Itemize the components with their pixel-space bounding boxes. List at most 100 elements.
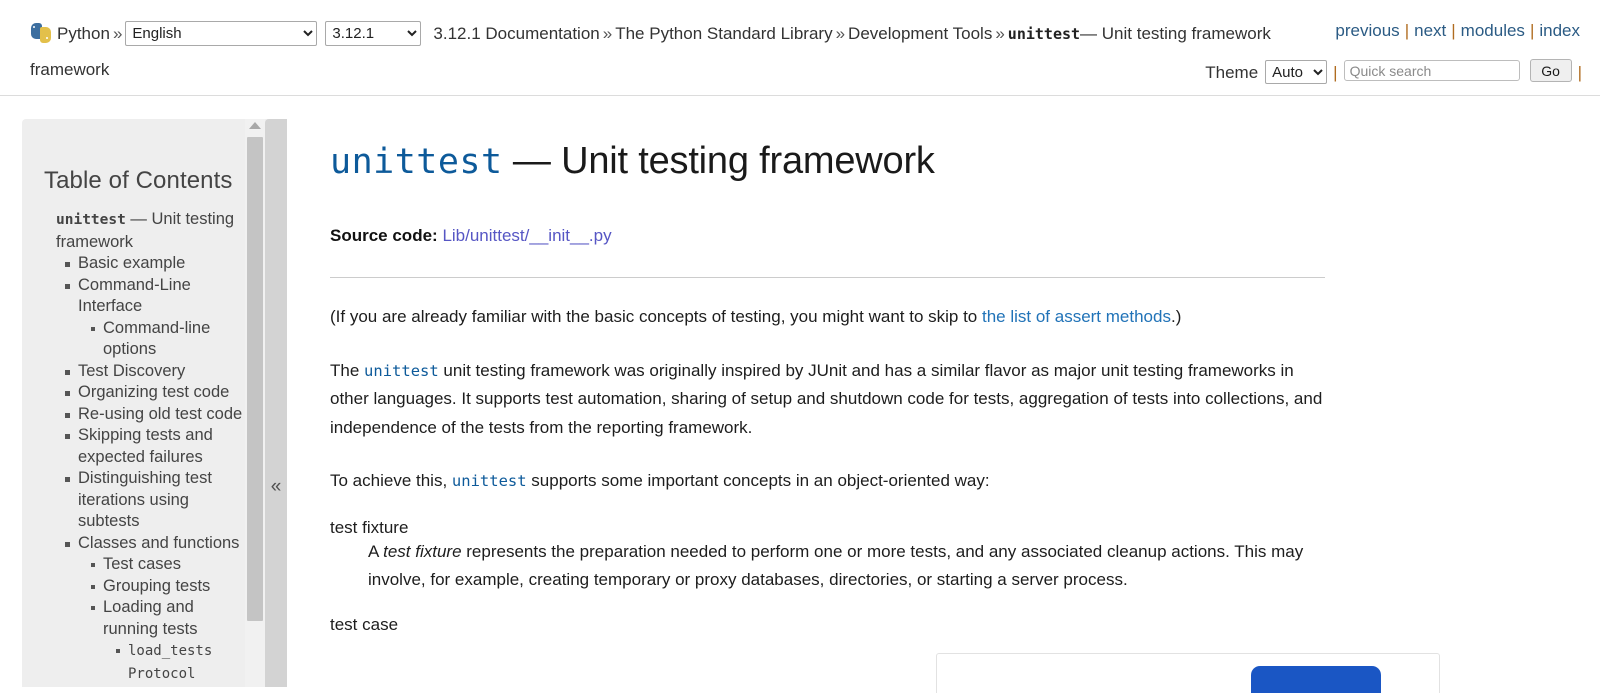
toc-link-test-cases[interactable]: Test cases xyxy=(103,555,181,573)
toc-item-re-using-old-test-code[interactable]: Re-using old test code xyxy=(65,404,253,426)
definition-term-test-fixture: test fixture xyxy=(330,517,409,537)
breadcrumb-wrapped-text: framework xyxy=(30,60,110,79)
page-title: unittest — Unit testing framework xyxy=(330,139,1340,184)
sidebar-scrollbar[interactable] xyxy=(245,119,265,687)
theme-select[interactable]: AutoLightDark xyxy=(1265,60,1328,84)
table-of-contents-title: Table of Contents xyxy=(44,167,233,194)
breadcrumb-devtools-link[interactable]: Development Tools xyxy=(848,24,992,43)
search-input[interactable] xyxy=(1343,60,1520,81)
breadcrumb-separator-1: » xyxy=(602,24,613,43)
theme-label: Theme xyxy=(1205,62,1259,82)
scrollbar-thumb[interactable] xyxy=(247,137,263,621)
source-code-link[interactable]: Lib/unittest/__init__.py xyxy=(442,226,611,245)
unittest-inline-code-2: unittest xyxy=(451,472,527,490)
nav-separator-0: | xyxy=(1404,21,1410,40)
python-home-link[interactable]: Python xyxy=(57,24,110,43)
toc-item-organizing-test-code[interactable]: Organizing test code xyxy=(65,382,253,404)
concepts-definition-list: test fixture A test fixture represents t… xyxy=(330,518,1340,635)
modules-link[interactable]: modules xyxy=(1461,21,1525,40)
toc-link-command-line-interface[interactable]: Command-Line Interface xyxy=(78,276,191,316)
breadcrumb-unittest-code: unittest xyxy=(1007,25,1081,43)
toc-item-command-line-interface[interactable]: Command-Line Interface Command-line opti… xyxy=(65,275,253,361)
search-separator-left: | xyxy=(1333,62,1338,82)
breadcrumb-separator-2: » xyxy=(835,24,846,43)
toc-item-root[interactable]: unittest — Unit testing framework Basic … xyxy=(56,209,253,685)
python-logo-icon xyxy=(30,22,52,44)
toc-tree: unittest — Unit testing framework Basic … xyxy=(32,209,253,685)
framework-text-after: unit testing framework was originally in… xyxy=(330,360,1323,437)
definition-body-test-fixture: A test fixture represents the preparatio… xyxy=(368,538,1328,595)
header-theme-and-search: ThemeAutoLightDark|Go| xyxy=(1205,59,1588,84)
header-navigation-bar: Python»EnglishSpanishFrenchJapaneseKorea… xyxy=(0,0,1600,96)
breadcrumb-separator-3: » xyxy=(995,24,1005,43)
breadcrumb-current-title: — Unit testing framework xyxy=(1080,24,1271,43)
test-fixture-emphasis: test fixture xyxy=(383,541,462,561)
scroll-up-arrow-icon[interactable] xyxy=(249,122,261,129)
toc-item-classes-and-functions[interactable]: Classes and functions Test cases Groupin… xyxy=(65,533,253,686)
search-separator-right: | xyxy=(1577,62,1582,82)
nav-separator-2: | xyxy=(1529,21,1535,40)
language-select[interactable]: EnglishSpanishFrenchJapaneseKoreanBrazil… xyxy=(125,21,318,46)
toc-item-test-cases[interactable]: Test cases xyxy=(91,554,253,576)
sidebar-content: Table of Contents unittest — Unit testin… xyxy=(22,119,265,685)
toc-link-classes-and-functions[interactable]: Classes and functions xyxy=(78,534,239,552)
toc-level4-list: load_tests Protocol xyxy=(103,640,253,685)
main-content: unittest — Unit testing framework Source… xyxy=(330,119,1340,687)
toc-link-test-discovery[interactable]: Test Discovery xyxy=(78,362,185,380)
toc-level3-list-classes: Test cases Grouping tests Loading and ru… xyxy=(78,554,253,685)
source-code-line: Source code: Lib/unittest/__init__.py xyxy=(330,226,1340,246)
consent-banner xyxy=(936,653,1440,693)
sidebar-collapse-button[interactable]: « xyxy=(265,119,287,687)
toc-item-basic-example[interactable]: Basic example xyxy=(65,253,253,275)
intro-paragraph: (If you are already familiar with the ba… xyxy=(330,303,1330,332)
test-fixture-text-after: represents the preparation needed to per… xyxy=(368,541,1304,590)
intro-text-before: (If you are already familiar with the ba… xyxy=(330,307,982,326)
toc-root-link[interactable]: unittest — Unit testing framework xyxy=(56,210,234,251)
toc-link-grouping-tests[interactable]: Grouping tests xyxy=(103,577,210,595)
toc-item-grouping-tests[interactable]: Grouping tests xyxy=(91,576,253,598)
toc-link-skipping-tests[interactable]: Skipping tests and expected failures xyxy=(78,426,213,466)
concepts-paragraph: To achieve this, unittest supports some … xyxy=(330,467,1330,496)
definition-term-test-case: test case xyxy=(330,614,399,634)
test-fixture-text-before: A xyxy=(368,541,384,561)
intro-text-after: .) xyxy=(1170,307,1182,326)
search-go-button[interactable]: Go xyxy=(1529,59,1572,82)
toc-link-organizing-test-code[interactable]: Organizing test code xyxy=(78,383,229,401)
breadcrumb-documentation-link[interactable]: 3.12.1 Documentation xyxy=(433,24,599,43)
toc-link-loading-and-running-tests[interactable]: Loading and running tests xyxy=(103,598,197,638)
source-code-label: Source code: xyxy=(330,226,438,245)
content-divider xyxy=(330,277,1325,278)
toc-item-command-line-options[interactable]: Command-line options xyxy=(91,318,253,361)
double-chevron-left-icon: « xyxy=(270,476,282,497)
toc-link-re-using-old-test-code[interactable]: Re-using old test code xyxy=(78,405,242,423)
unittest-inline-code-1: unittest xyxy=(364,361,439,380)
previous-link[interactable]: previous xyxy=(1335,21,1399,40)
toc-link-load-tests-protocol[interactable]: load_tests Protocol xyxy=(128,643,212,682)
toc-item-test-discovery[interactable]: Test Discovery xyxy=(65,361,253,383)
toc-root-code: unittest xyxy=(56,212,126,228)
page-title-code: unittest xyxy=(330,142,503,182)
next-link[interactable]: next xyxy=(1414,21,1446,40)
toc-level3-list-cli: Command-line options xyxy=(78,318,253,361)
index-link[interactable]: index xyxy=(1539,21,1580,40)
framework-description-paragraph: The unittest unit testing framework was … xyxy=(330,357,1330,443)
framework-text-before: The xyxy=(330,360,365,380)
toc-item-load-tests-protocol[interactable]: load_tests Protocol xyxy=(116,640,253,685)
toc-link-basic-example[interactable]: Basic example xyxy=(78,254,185,272)
toc-item-skipping-tests[interactable]: Skipping tests and expected failures xyxy=(65,425,253,468)
version-select[interactable]: 3.133.12.13.113.103.93.8dev (3.13) xyxy=(325,21,422,46)
assert-methods-link[interactable]: the list of assert methods xyxy=(982,307,1171,326)
breadcrumb-separator-0: » xyxy=(112,24,123,43)
breadcrumb-stdlib-link[interactable]: The Python Standard Library xyxy=(615,24,832,43)
consent-accept-button[interactable] xyxy=(1251,666,1381,693)
page-title-rest: — Unit testing framework xyxy=(502,140,935,182)
toc-link-command-line-options[interactable]: Command-line options xyxy=(103,319,210,359)
nav-separator-1: | xyxy=(1451,21,1456,40)
sidebar: Table of Contents unittest — Unit testin… xyxy=(22,119,287,687)
header-quick-nav-links: previous | next | modules | index xyxy=(1335,21,1580,47)
toc-level2-list: Basic example Command-Line Interface Com… xyxy=(56,253,253,685)
toc-item-loading-and-running-tests[interactable]: Loading and running tests load_tests Pro… xyxy=(91,597,253,685)
toc-link-distinguishing-test-iterations[interactable]: Distinguishing test iterations using sub… xyxy=(78,469,212,530)
concepts-text-before: To achieve this, xyxy=(330,471,452,490)
toc-item-distinguishing-test-iterations[interactable]: Distinguishing test iterations using sub… xyxy=(65,468,253,533)
